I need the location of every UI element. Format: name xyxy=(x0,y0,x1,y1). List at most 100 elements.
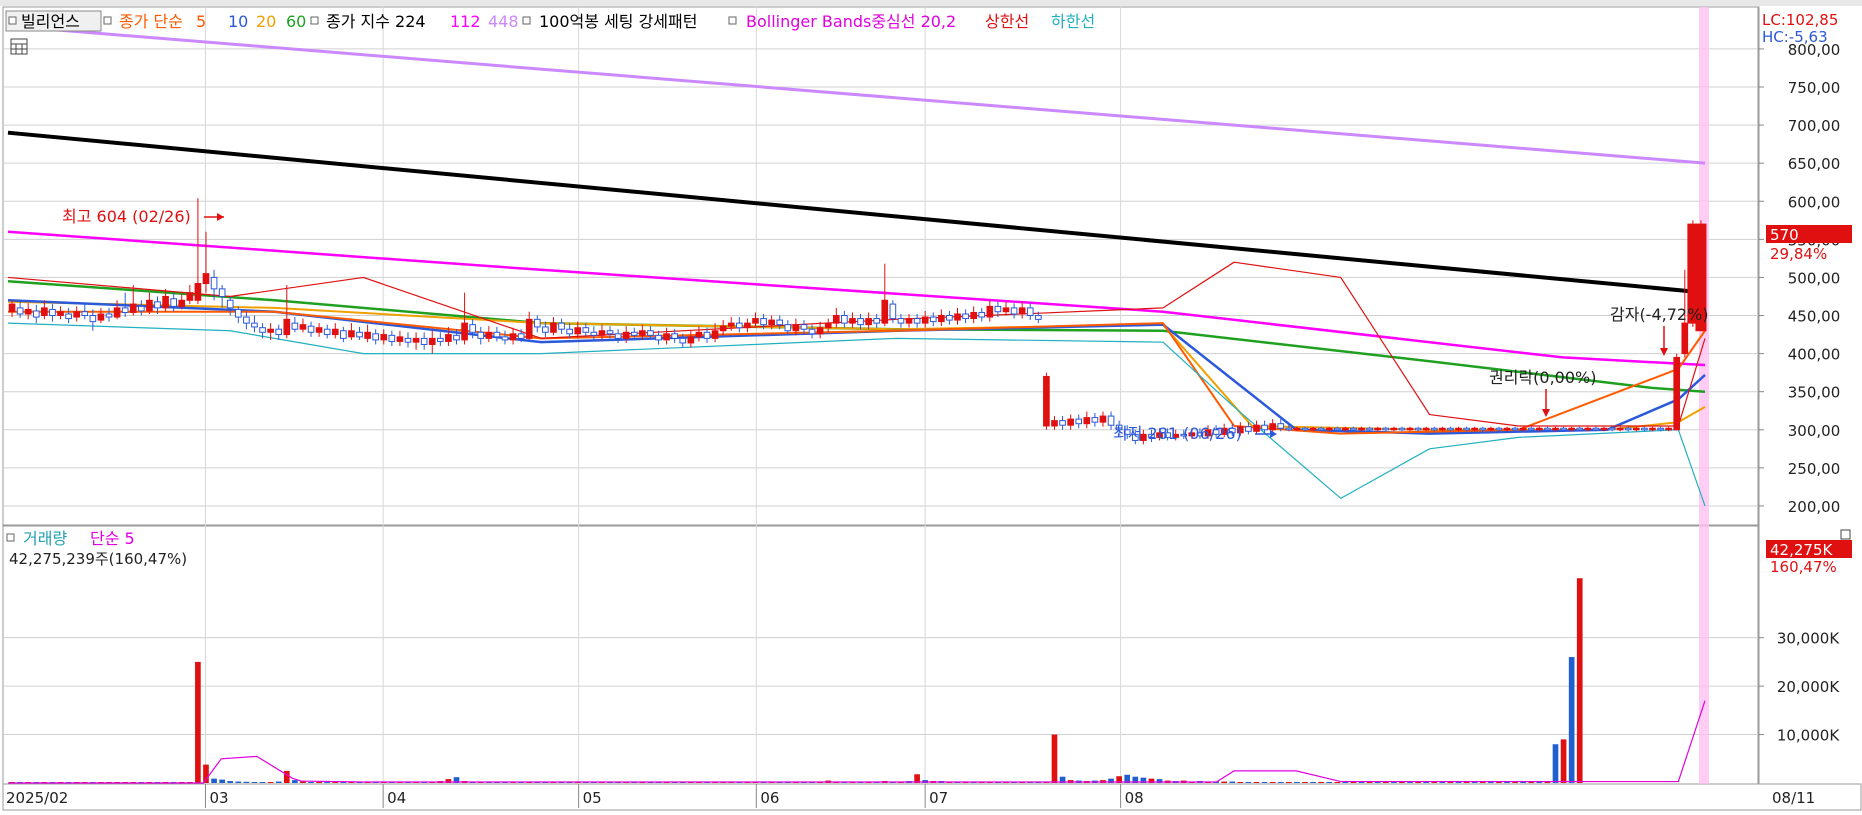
candle xyxy=(946,315,953,321)
bollinger-toggle-icon[interactable] xyxy=(728,16,737,25)
candle xyxy=(986,305,994,318)
candle xyxy=(1422,427,1430,431)
candle xyxy=(630,331,638,336)
candle xyxy=(356,331,363,338)
volume-bar xyxy=(308,782,314,783)
candle xyxy=(57,311,64,317)
candle xyxy=(1293,427,1301,431)
lc-readout: LC:102,85 xyxy=(1762,11,1838,29)
candle xyxy=(1002,307,1010,313)
y-tick-label: 600,00 xyxy=(1788,193,1841,211)
volume-bar xyxy=(1310,782,1316,783)
y-tick-label: 450,00 xyxy=(1788,308,1841,326)
candle xyxy=(1471,427,1479,431)
candle xyxy=(1051,420,1058,427)
candle xyxy=(1269,423,1276,431)
candle xyxy=(832,315,840,324)
stock-name: 빌리언스 xyxy=(21,12,80,31)
candle xyxy=(1390,427,1398,431)
candle xyxy=(291,322,299,330)
volume-bar xyxy=(1350,782,1357,783)
candle xyxy=(1010,307,1018,315)
candle xyxy=(962,313,969,320)
candle xyxy=(1018,307,1026,315)
candle xyxy=(1301,427,1309,431)
ma-period-10: 10 xyxy=(228,12,248,31)
candle xyxy=(388,334,396,342)
ma-toggle-icon[interactable] xyxy=(103,16,112,25)
candle xyxy=(1406,427,1414,431)
volume-bar xyxy=(1423,782,1430,783)
candle xyxy=(735,322,743,329)
volume-bar xyxy=(1391,782,1397,783)
volume-bar xyxy=(1504,782,1510,783)
candle xyxy=(954,313,961,321)
volume-bar xyxy=(324,782,331,783)
index-toggle-icon[interactable] xyxy=(310,16,319,25)
candle xyxy=(428,337,436,345)
candle xyxy=(202,273,210,285)
candle xyxy=(461,322,468,341)
candle xyxy=(1333,427,1341,431)
candle xyxy=(1527,427,1535,431)
candle xyxy=(1358,427,1365,431)
bollinger-upper-label: 상한선 xyxy=(985,12,1029,31)
pattern-toggle-icon[interactable] xyxy=(522,16,531,25)
ma-period-60: 60 xyxy=(286,12,306,31)
volume-bar xyxy=(1471,782,1478,783)
candle xyxy=(824,322,832,329)
volume-toggle-icon[interactable] xyxy=(6,533,15,542)
current-price-value: 570 xyxy=(1770,226,1799,244)
volume-bar xyxy=(227,781,234,783)
candle xyxy=(1495,427,1503,431)
candle xyxy=(1285,427,1293,431)
candle xyxy=(913,318,921,324)
volume-bar xyxy=(1576,578,1583,783)
candle xyxy=(655,334,662,341)
candle xyxy=(1083,417,1091,425)
candle xyxy=(41,307,48,317)
candle xyxy=(1091,417,1099,423)
candle xyxy=(727,322,735,327)
candle xyxy=(647,330,654,336)
candle xyxy=(703,331,711,339)
candle xyxy=(889,303,897,320)
x-tick-label: 08 xyxy=(1125,789,1144,807)
candle xyxy=(469,324,476,333)
candle xyxy=(340,330,347,339)
candle xyxy=(138,305,145,312)
candle xyxy=(1043,375,1050,427)
calculator-icon[interactable] xyxy=(10,38,28,55)
candle xyxy=(170,298,177,307)
candle xyxy=(1560,427,1567,431)
volume-bar xyxy=(1342,782,1349,783)
candle xyxy=(1245,426,1252,432)
candle xyxy=(905,318,913,324)
candle xyxy=(671,333,679,339)
candle xyxy=(1681,322,1689,355)
candle xyxy=(323,328,331,336)
candle xyxy=(897,318,905,324)
candle xyxy=(558,322,565,330)
volume-bar xyxy=(1415,782,1421,783)
volume-bar xyxy=(1455,782,1462,783)
volume-panel-close-icon[interactable] xyxy=(1840,529,1851,540)
candle xyxy=(719,325,727,332)
candle xyxy=(1325,427,1333,431)
legend-toggle-icon[interactable] xyxy=(8,16,17,25)
volume-bar xyxy=(1277,782,1284,783)
candle xyxy=(1641,427,1648,431)
candle xyxy=(16,307,24,315)
volume-bar xyxy=(267,782,274,783)
candle xyxy=(1552,427,1559,431)
volume-bar xyxy=(1496,782,1502,783)
volume-bar xyxy=(1334,782,1341,783)
index-label: 종가 지수 224 xyxy=(326,12,426,31)
candle xyxy=(574,327,582,335)
volume-bar xyxy=(1479,782,1486,783)
candle xyxy=(299,324,307,330)
candle xyxy=(978,311,986,318)
x-tick-label: 2025/02 xyxy=(6,789,68,807)
candle xyxy=(493,331,501,338)
candle xyxy=(283,318,291,336)
